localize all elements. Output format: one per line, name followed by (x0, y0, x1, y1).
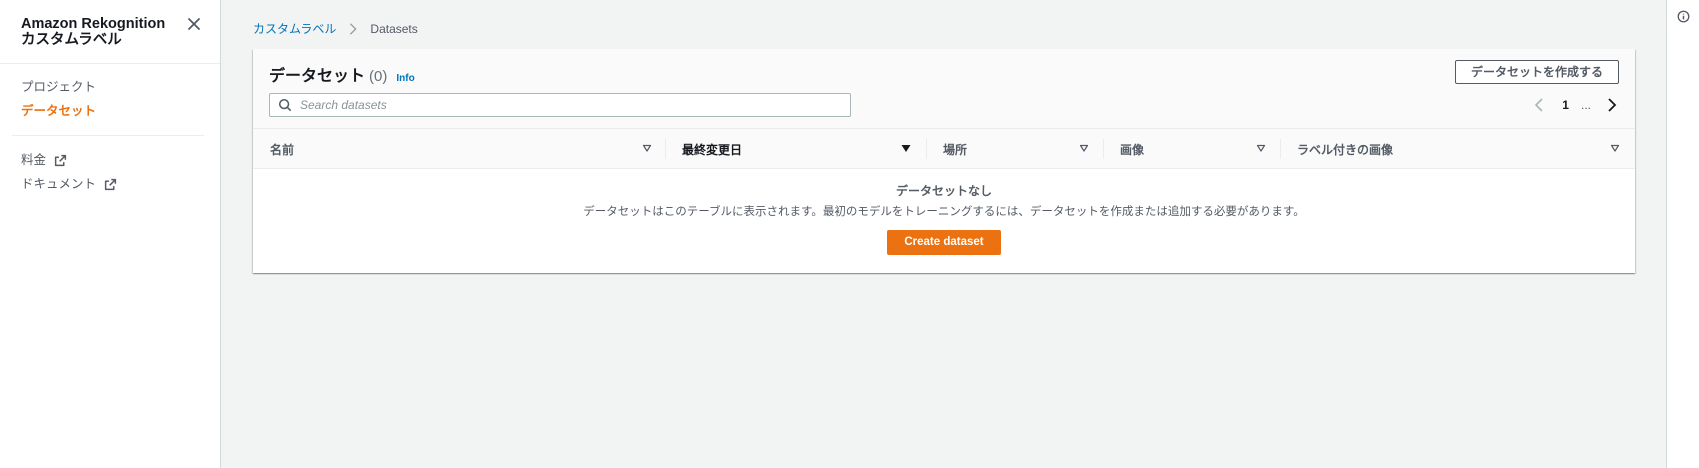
create-dataset-primary-button[interactable]: Create dataset (887, 230, 1001, 255)
external-link-icon (104, 178, 117, 190)
search-field[interactable] (269, 93, 851, 117)
table-column-headers: 名前 最終変更日 場所 画像 ラベル付きの画像 (253, 129, 1635, 169)
sidebar-item-label: ドキュメント (21, 177, 97, 191)
search-input[interactable] (300, 98, 840, 112)
sort-descending-icon[interactable] (901, 143, 911, 153)
sidebar-item-pricing[interactable]: 料金 (0, 148, 220, 172)
column-divider (926, 139, 927, 159)
chevron-left-icon[interactable] (1532, 97, 1548, 113)
sidebar-title[interactable]: Amazon Rekognition カスタムラベル (21, 16, 171, 48)
breadcrumb-link-custom-labels[interactable]: カスタムラベル (253, 20, 336, 37)
sort-icon[interactable] (1610, 143, 1620, 153)
page-ellipsis: ... (1580, 98, 1591, 112)
info-link[interactable]: Info (396, 73, 414, 84)
column-divider (665, 139, 666, 159)
page-number[interactable]: 1 (1562, 98, 1569, 112)
tools-panel-strip (1666, 0, 1699, 468)
pagination: 1 ... (1532, 95, 1619, 115)
sort-icon[interactable] (1079, 143, 1089, 153)
search-icon (278, 98, 292, 112)
chevron-right-icon[interactable] (1603, 97, 1619, 113)
column-header-labeled-images[interactable]: ラベル付きの画像 (1297, 129, 1393, 169)
sort-icon[interactable] (642, 143, 652, 153)
column-header-name[interactable]: 名前 (270, 129, 294, 169)
sort-icon[interactable] (1256, 143, 1266, 153)
sidebar-item-datasets[interactable]: データセット (0, 99, 220, 123)
column-divider (1103, 139, 1104, 159)
breadcrumb-current: Datasets (370, 21, 418, 36)
sidebar-item-label: 料金 (21, 153, 47, 167)
sidebar-nav: プロジェクト データセット 料金 ドキュメント (0, 64, 220, 196)
column-divider (1280, 139, 1281, 159)
sidebar-divider (12, 135, 204, 136)
chevron-right-icon (350, 22, 357, 35)
column-header-location[interactable]: 場所 (943, 129, 967, 169)
sidebar-item-projects[interactable]: プロジェクト (0, 75, 220, 99)
create-dataset-button[interactable]: データセットを作成する (1454, 60, 1619, 84)
empty-state-description: データセットはこのテーブルに表示されます。最初のモデルをトレーニングするには、デ… (583, 206, 1305, 218)
column-header-last-modified[interactable]: 最終変更日 (682, 129, 742, 169)
sidebar-item-documentation[interactable]: ドキュメント (0, 172, 220, 196)
close-icon[interactable] (184, 14, 204, 34)
empty-state-title: データセットなし (895, 184, 992, 198)
side-navigation: Amazon Rekognition カスタムラベル プロジェクト データセット… (0, 0, 221, 468)
page-title: データセット (0) Info (269, 62, 415, 86)
sidebar-header: Amazon Rekognition カスタムラベル (0, 0, 220, 64)
empty-state: データセットなし データセットはこのテーブルに表示されます。最初のモデルをトレー… (253, 169, 1635, 255)
datasets-table-container: データセット (0) Info データセットを作成する 1 ... 名前 (253, 49, 1635, 273)
table-header: データセット (0) Info データセットを作成する 1 ... (253, 49, 1635, 129)
info-circle-icon[interactable] (1677, 10, 1690, 23)
table-title: データセット (269, 68, 366, 85)
breadcrumb: カスタムラベル Datasets (253, 20, 418, 37)
dataset-count: (0) (369, 68, 388, 85)
column-header-images[interactable]: 画像 (1120, 129, 1144, 169)
external-link-icon (54, 154, 67, 166)
